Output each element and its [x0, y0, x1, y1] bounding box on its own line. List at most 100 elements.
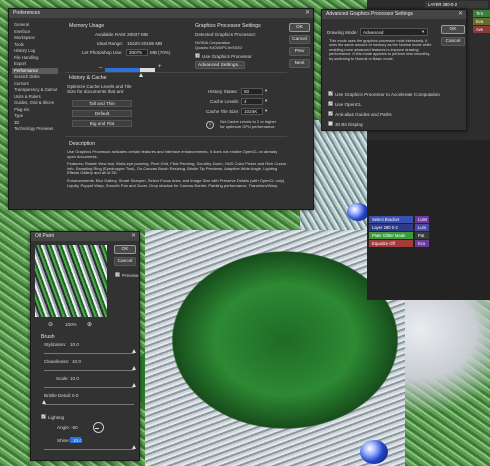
cleanliness-slider[interactable] [44, 370, 134, 371]
zoom-in-icon[interactable]: ⊕ [87, 321, 92, 328]
advanced-gpu-dialog: Advanced Graphics Processor Settings ✕ D… [321, 9, 467, 131]
dialog-title: Oil Paint [35, 233, 54, 239]
bristle-detail-slider[interactable] [44, 404, 134, 405]
cleanliness-label: Cleanliness: [44, 359, 70, 364]
tall-and-thin-button[interactable]: Tall and Thin [72, 100, 132, 107]
memory-plus-button[interactable]: + [158, 64, 162, 70]
memory-minus-button[interactable]: – [99, 65, 102, 71]
stylization-value[interactable]: 10.0 [70, 342, 79, 347]
oil-paint-titlebar[interactable]: Oil Paint ✕ [31, 232, 139, 241]
advanced-gpu-titlebar[interactable]: Advanced Graphics Processor Settings ✕ [322, 10, 466, 19]
30-bit-display-checkbox[interactable] [328, 121, 333, 126]
preferences-dialog: Preferences ✕ General Interface Workspace T… [8, 8, 314, 210]
scale-label: Scale: [56, 376, 69, 381]
layer-right-tag[interactable]: Eco [415, 240, 429, 247]
layer-item[interactable]: Layer 280 0-2 [369, 224, 413, 231]
bristle-detail-value[interactable]: 0.0 [72, 393, 78, 398]
preview-label: Preview [122, 272, 139, 278]
chevron-down-icon[interactable]: ▾ [422, 29, 424, 35]
anti-alias-checkbox[interactable]: ✓ [328, 111, 333, 116]
advanced-settings-button[interactable]: Advanced Settings... [195, 61, 245, 69]
cleanliness-slider-thumb[interactable] [132, 366, 136, 370]
layer-right-tag[interactable]: Pat [415, 232, 429, 239]
available-ram-value: 28037 MB [127, 32, 148, 37]
layer-item[interactable]: Equalize Off [369, 240, 413, 247]
accelerate-computation-label: Use Graphics Processor to Accelerate Com… [335, 91, 440, 97]
shine-input[interactable]: 10.0 [70, 436, 82, 443]
lighting-checkbox[interactable]: ✓ [41, 414, 46, 419]
chevron-down-icon[interactable]: ▾ [265, 88, 267, 94]
drawing-mode-select[interactable]: Advanced [360, 28, 428, 36]
chevron-down-icon[interactable]: ▾ [265, 108, 267, 114]
ok-button[interactable]: OK [114, 245, 136, 254]
preferences-titlebar[interactable]: Preferences ✕ [9, 9, 313, 18]
cancel-button[interactable]: Cancel [441, 37, 465, 46]
memory-slider-thumb[interactable] [139, 73, 143, 77]
chevron-down-icon[interactable]: ▾ [265, 98, 267, 104]
blue-marble [360, 440, 388, 464]
bristle-detail-slider-thumb[interactable] [42, 400, 46, 404]
gpu-settings-heading: Graphics Processor Settings [195, 23, 261, 29]
cache-levels-field[interactable]: 4 [241, 97, 263, 105]
accelerate-computation-checkbox[interactable]: ✓ [328, 91, 333, 96]
scale-slider[interactable] [44, 387, 134, 388]
cancel-button[interactable]: Cancel [114, 257, 136, 266]
next-button[interactable]: Next [289, 59, 310, 68]
layer-tag[interactable]: Eva [473, 18, 490, 25]
layer-tag[interactable]: Ave [473, 26, 490, 33]
zoom-out-icon[interactable]: ⊖ [48, 321, 53, 328]
canvas-green-sphere [145, 230, 405, 466]
nav-item-guides-grid-slices[interactable]: Guides, Grid & Slices [12, 100, 58, 107]
dialog-title: Preferences [13, 10, 40, 16]
layer-right-tag[interactable]: Lum [415, 224, 429, 231]
ok-button[interactable]: OK [289, 23, 310, 32]
ok-button[interactable]: OK [441, 25, 465, 34]
filter-preview[interactable] [35, 245, 107, 317]
prev-button[interactable]: Prev [289, 47, 310, 56]
preview-checkbox[interactable]: ✓ [115, 272, 120, 277]
default-cache-button[interactable]: Default [72, 110, 132, 117]
description-paragraph-1: Use Graphics Processor activates certain… [67, 149, 278, 159]
nav-item-technology-previews[interactable]: Technology Previews [12, 126, 58, 133]
cleanliness-value[interactable]: 10.0 [72, 359, 81, 364]
description-paragraph-2: Features: Rotate View tool, Birds-eye pa… [67, 161, 287, 176]
30-bit-display-label: 30 Bit Display [335, 121, 364, 127]
use-gpu-checkbox[interactable]: ✓ [195, 53, 200, 58]
shine-slider-thumb[interactable] [132, 445, 136, 449]
shine-slider[interactable] [44, 449, 134, 450]
history-states-field[interactable]: 50 [241, 87, 263, 95]
available-ram-label: Available RAM: [95, 32, 127, 37]
big-and-flat-button[interactable]: Big and Flat [72, 120, 132, 127]
lighting-label: Lighting [48, 414, 65, 420]
stylization-slider-thumb[interactable] [132, 349, 136, 353]
stylization-slider[interactable] [44, 353, 134, 354]
layer-tag[interactable]: Tint Balt [473, 10, 490, 23]
brush-heading: Brush [41, 334, 55, 340]
section-divider [65, 136, 287, 137]
info-icon: i [206, 121, 214, 129]
angle-dial-needle [95, 427, 99, 429]
ideal-range-value: 15420-20186 MB [127, 41, 163, 46]
oil-paint-dialog: Oil Paint ✕ OK Cancel ✓ Preview ⊖ 100% ⊕… [30, 231, 140, 461]
use-opencl-checkbox[interactable]: ✓ [328, 101, 333, 106]
blue-marble [347, 203, 369, 221]
cache-tile-size-field[interactable]: 1024K [241, 107, 263, 115]
history-states-label: History States: [208, 89, 238, 94]
layer-right-tag[interactable]: LUM [415, 216, 429, 223]
cancel-button[interactable]: Cancel [289, 35, 310, 44]
layer-item[interactable]: Select Bracket Mask... [369, 216, 413, 229]
anti-alias-label: Anti-alias Guides and Paths [335, 111, 392, 117]
cache-tip: Set Cache Levels to 2 or higher for opti… [220, 119, 277, 129]
scale-value[interactable]: 10.0 [70, 376, 79, 381]
shine-label: Shine: [57, 438, 71, 443]
layer-item[interactable]: Plate Glitter Mode [369, 232, 413, 239]
angle-dial[interactable] [93, 422, 104, 433]
close-icon[interactable]: ✕ [305, 9, 310, 18]
close-icon[interactable]: ✕ [458, 10, 463, 19]
preferences-nav: General Interface Workspace Tools History Lo… [12, 22, 58, 133]
angle-value[interactable]: -60 [71, 425, 78, 430]
scale-slider-thumb[interactable] [132, 383, 136, 387]
nav-item-transparency-gamut[interactable]: Transparency & Gamut [12, 87, 58, 94]
close-icon[interactable]: ✕ [131, 232, 136, 241]
memory-input[interactable]: 20075 [126, 48, 148, 56]
